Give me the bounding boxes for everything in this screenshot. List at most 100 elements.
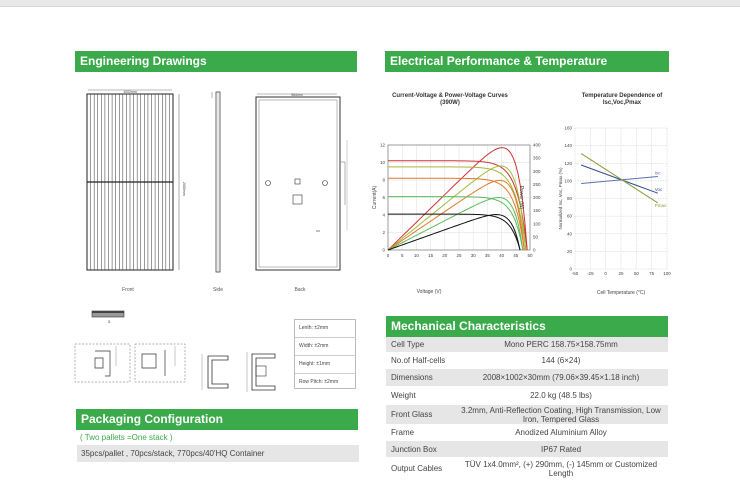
x-axis-label: Voltage (V) (417, 289, 442, 295)
tolerance-height: Height: ±1mm (295, 356, 355, 374)
x-tick-label: 5 (401, 253, 404, 258)
spec-label: Output Cables (391, 464, 443, 473)
iv-curve (388, 166, 527, 251)
spec-value: 22.0 kg (48.5 lbs) (530, 391, 592, 400)
engineering-drawings: 1002mm 2008mm 984mm Front Side Back (86, 89, 348, 293)
iv-curve (388, 213, 521, 251)
packaging-note: ( Two pallets =One stack ) (80, 433, 173, 442)
x-tick-label: 50 (527, 253, 533, 258)
spec-label: Frame (391, 428, 415, 437)
x-tick-label: 35 (485, 253, 491, 258)
spec-value: 2008×1002×30mm (79.06×39.45×1.18 inch) (482, 373, 640, 382)
y-tick-label: 40 (567, 231, 573, 236)
x-tick-label: 100 (663, 271, 671, 276)
mounting-hole-detail-2 (134, 343, 186, 383)
series-label: Voc (655, 187, 663, 192)
y2-tick-label: 350 (533, 156, 541, 161)
x-tick-label: -25 (587, 271, 594, 276)
y-tick-label: 60 (567, 214, 573, 219)
pv-curve (387, 147, 528, 251)
electrical-performance-header: Electrical Performance & Temperature Dep… (385, 51, 669, 89)
y-tick-label: 10 (380, 160, 386, 165)
spec-value: Mono PERC 158.75×158.75mm (504, 340, 618, 349)
top-border (0, 0, 740, 7)
spec-row: Weight 22.0 kg (48.5 lbs) (386, 387, 668, 405)
spec-value: Anodized Aluminium Alloy (515, 428, 607, 437)
x-tick-label: 75 (649, 271, 655, 276)
x-tick-label: 25 (618, 271, 624, 276)
spec-label: Junction Box (391, 444, 437, 454)
x-tick-label: 25 (456, 253, 462, 258)
spec-label: Dimensions (391, 373, 433, 382)
engineering-drawings-header: Engineering Drawings (75, 51, 357, 72)
x-tick-label: 20 (442, 253, 448, 258)
y2-tick-label: 0 (533, 248, 536, 253)
spec-value: 144 (6×24) (541, 356, 581, 365)
iv-curve (388, 160, 528, 251)
frame-section-drawings: 3 (74, 310, 276, 392)
spec-row: Frame Anodized Aluminium Alloy (386, 425, 668, 441)
y-tick-label: 80 (567, 196, 573, 201)
mounting-hole-detail-1 (74, 343, 131, 383)
spec-label: No.of Half-cells (391, 356, 446, 365)
frame-profile-b (246, 352, 276, 392)
x-tick-label: 30 (471, 253, 477, 258)
y2-tick-label: 50 (533, 234, 539, 239)
packaging-detail: 35pcs/pallet , 70pcs/stack, 770pcs/40'HQ… (77, 445, 359, 462)
iv-chart-title: Current-Voltage & Power-Voltage Curves (… (392, 93, 508, 106)
back-caption: Back (294, 287, 306, 293)
tolerance-row-pitch: Row Pitch: ±2mm (299, 379, 339, 385)
back-dim-label: 984mm (291, 93, 303, 97)
spec-value: 3.2mm, Anti-Reflection Coating, High Tra… (461, 405, 661, 424)
spec-row: No.of Half-cells 144 (6×24) (386, 353, 668, 369)
front-view-drawing (86, 89, 180, 271)
mechanical-characteristics-header: Mechanical Characteristics (386, 316, 668, 337)
y2-axis-label: Power (W) (518, 186, 524, 210)
tolerance-length: Lenth: ±2mm (295, 320, 355, 338)
x-tick-label: 15 (428, 253, 434, 258)
y-tick-label: 12 (380, 143, 386, 148)
spec-row: Dimensions 2008×1002×30mm (79.06×39.45×1.… (386, 369, 668, 387)
iv-chart: 0246810120 5 10 15 20 25 30 35 40 45 5005010015020… (372, 143, 541, 296)
spec-label: Front Glass (391, 410, 433, 419)
y2-tick-label: 300 (533, 169, 541, 174)
x-tick-label: 0 (604, 271, 607, 276)
series-label: Isc (655, 170, 662, 175)
spec-value: IP67 Rated (540, 444, 582, 454)
spec-value: TÜV 1x4.0mm², (+) 290mm, (-) 145mm or Cu… (464, 459, 658, 478)
x-tick-label: 50 (634, 271, 640, 276)
y2-tick-label: 150 (533, 208, 541, 213)
length-dim-label: 2008mm (182, 182, 186, 196)
width-dim-label: 1002mm (123, 90, 137, 94)
series-label: Pmax (655, 203, 667, 208)
spec-row: Output Cables TÜV 1x4.0mm², (+) 290mm, (-… (386, 458, 668, 480)
x-tick-label: 40 (499, 253, 505, 258)
packaging-configuration-header: Packaging Configuration (76, 409, 358, 430)
y-tick-label: 160 (564, 126, 572, 131)
x-tick-label: 10 (414, 253, 420, 258)
y-axis-label: Normalized Isc, Voc, Pmax (%) (558, 167, 563, 230)
y-tick-label: 6 (382, 195, 385, 200)
y-tick-label: 100 (564, 178, 572, 183)
temp-chart-title: Temperature Dependence of Isc,Voc,Pmax (581, 93, 663, 106)
series-line (580, 153, 659, 204)
y2-tick-label: 100 (533, 221, 541, 226)
spec-label: Cell Type (391, 340, 425, 349)
tolerance-table: Lenth: ±2mm Width: ±2mm Height: ±1mm Row… (294, 319, 356, 389)
section-label: 3 (108, 319, 111, 324)
side-caption: Side (213, 287, 223, 293)
y2-tick-label: 250 (533, 182, 541, 187)
temp-chart: 020406080100120140160-50 -25 0 25 50 75 100Isc… (558, 126, 671, 297)
x-tick-label: -50 (572, 271, 579, 276)
spec-row: Junction Box IP67 Rated (386, 441, 668, 458)
y-tick-label: 140 (564, 143, 572, 148)
y-tick-label: 4 (382, 213, 385, 218)
x-axis-label: Cell Temperature (°C) (597, 290, 646, 296)
back-view-drawing (255, 93, 348, 271)
series-line (580, 164, 658, 194)
y-tick-label: 0 (382, 248, 385, 253)
series-line (581, 175, 658, 185)
x-tick-label: 0 (387, 253, 390, 258)
tolerance-width: Width: ±2mm (295, 338, 355, 356)
y2-tick-label: 200 (533, 195, 541, 200)
